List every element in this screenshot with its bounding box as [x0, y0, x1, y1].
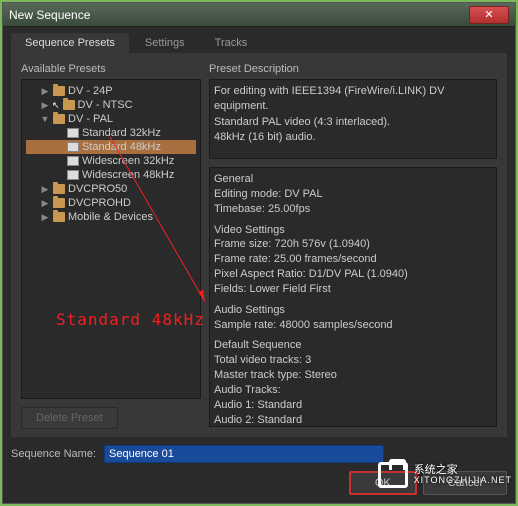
sequence-name-label: Sequence Name: — [11, 448, 96, 460]
preset-icon — [67, 128, 79, 138]
close-icon: ✕ — [484, 8, 493, 21]
info-video-header: Video Settings — [214, 223, 492, 238]
tree-preset[interactable]: Standard 48kHz — [26, 140, 196, 154]
cursor-icon: ↖ — [52, 100, 60, 111]
info-pixel-aspect: Pixel Aspect Ratio: D1/DV PAL (1.0940) — [214, 267, 492, 282]
tree-folder[interactable]: ▶ Mobile & Devices — [26, 210, 196, 224]
tree-item-label: DVCPROHD — [68, 197, 131, 209]
tree-item-label: DV - NTSC — [78, 99, 133, 111]
desc-line: 48kHz (16 bit) audio. — [214, 130, 492, 145]
tree-preset[interactable]: Widescreen 48kHz — [26, 168, 196, 182]
info-total-tracks: Total video tracks: 3 — [214, 353, 492, 368]
sequence-name-input[interactable] — [104, 445, 384, 463]
info-audio2: Audio 2: Standard — [214, 413, 492, 427]
tree-item-label: DV - 24P — [68, 85, 113, 97]
info-master-type: Master track type: Stereo — [214, 368, 492, 383]
delete-preset-button[interactable]: Delete Preset — [21, 407, 118, 429]
info-frame-rate: Frame rate: 25.00 frames/second — [214, 252, 492, 267]
preset-icon — [67, 170, 79, 180]
desc-line: For editing with IEEE1394 (FireWire/i.LI… — [214, 84, 492, 115]
tree-preset[interactable]: Standard 32kHz — [26, 126, 196, 140]
info-editing-mode: Editing mode: DV PAL — [214, 187, 492, 202]
desc-line: Standard PAL video (4:3 interlaced). — [214, 115, 492, 130]
sequence-name-row: Sequence Name: — [3, 437, 515, 471]
disclosure-arrow-icon: ▶ — [40, 184, 50, 195]
info-default-header: Default Sequence — [214, 338, 492, 353]
titlebar: New Sequence ✕ — [3, 3, 515, 27]
tree-item-label: Widescreen 32kHz — [82, 155, 174, 167]
tree-folder[interactable]: ▶ DVCPROHD — [26, 196, 196, 210]
tree-item-label: Widescreen 48kHz — [82, 169, 174, 181]
presets-panel: Available Presets ▶DV - 24P▶↖DV - NTSC▼D… — [21, 63, 201, 427]
tree-preset[interactable]: Widescreen 32kHz — [26, 154, 196, 168]
tree-item-label: DV - PAL — [68, 113, 113, 125]
folder-icon — [53, 184, 65, 194]
info-general-header: General — [214, 172, 492, 187]
preset-tree[interactable]: ▶DV - 24P▶↖DV - NTSC▼DV - PALStandard 32… — [21, 79, 201, 399]
tab-sequence-presets[interactable]: Sequence Presets — [11, 33, 129, 53]
disclosure-arrow-icon: ▶ — [40, 100, 50, 111]
folder-icon — [53, 86, 65, 96]
tree-folder[interactable]: ▶↖ DV - NTSC — [26, 98, 196, 112]
tree-item-label: Standard 48kHz — [82, 141, 161, 153]
window-title: New Sequence — [9, 8, 469, 22]
info-fields: Fields: Lower Field First — [214, 282, 492, 297]
preset-icon — [67, 142, 79, 152]
cancel-button[interactable]: Cancel — [423, 471, 507, 495]
folder-icon — [63, 100, 75, 110]
disclosure-arrow-icon: ▼ — [40, 114, 50, 124]
disclosure-arrow-icon: ▶ — [40, 212, 50, 223]
info-sample-rate: Sample rate: 48000 samples/second — [214, 318, 492, 333]
ok-button[interactable]: OK — [349, 471, 417, 495]
tab-settings[interactable]: Settings — [131, 33, 199, 53]
presets-label: Available Presets — [21, 63, 201, 75]
disclosure-arrow-icon: ▶ — [40, 198, 50, 209]
description-box: For editing with IEEE1394 (FireWire/i.LI… — [209, 79, 497, 159]
info-audio-header: Audio Settings — [214, 303, 492, 318]
tree-item-label: Standard 32kHz — [82, 127, 161, 139]
info-audio1: Audio 1: Standard — [214, 398, 492, 413]
preset-icon — [67, 156, 79, 166]
folder-icon — [53, 198, 65, 208]
tree-item-label: DVCPRO50 — [68, 183, 127, 195]
description-label: Preset Description — [209, 63, 497, 75]
info-timebase: Timebase: 25.00fps — [214, 202, 492, 217]
button-row: OK Cancel — [3, 471, 515, 503]
folder-icon — [53, 114, 65, 124]
tree-item-label: Mobile & Devices — [68, 211, 153, 223]
tab-tracks[interactable]: Tracks — [201, 33, 262, 53]
folder-icon — [53, 212, 65, 222]
info-box: General Editing mode: DV PAL Timebase: 2… — [209, 167, 497, 427]
content-area: Available Presets ▶DV - 24P▶↖DV - NTSC▼D… — [11, 53, 507, 437]
disclosure-arrow-icon: ▶ — [40, 86, 50, 97]
info-audio-tracks: Audio Tracks: — [214, 383, 492, 398]
tree-folder[interactable]: ▶ DV - 24P — [26, 84, 196, 98]
tree-folder[interactable]: ▼ DV - PAL — [26, 112, 196, 126]
tree-folder[interactable]: ▶ DVCPRO50 — [26, 182, 196, 196]
dialog-window: New Sequence ✕ Sequence Presets Settings… — [2, 2, 516, 504]
info-frame-size: Frame size: 720h 576v (1.0940) — [214, 237, 492, 252]
right-panel: Preset Description For editing with IEEE… — [209, 63, 497, 427]
close-button[interactable]: ✕ — [469, 6, 509, 24]
tab-bar: Sequence Presets Settings Tracks — [3, 27, 515, 53]
